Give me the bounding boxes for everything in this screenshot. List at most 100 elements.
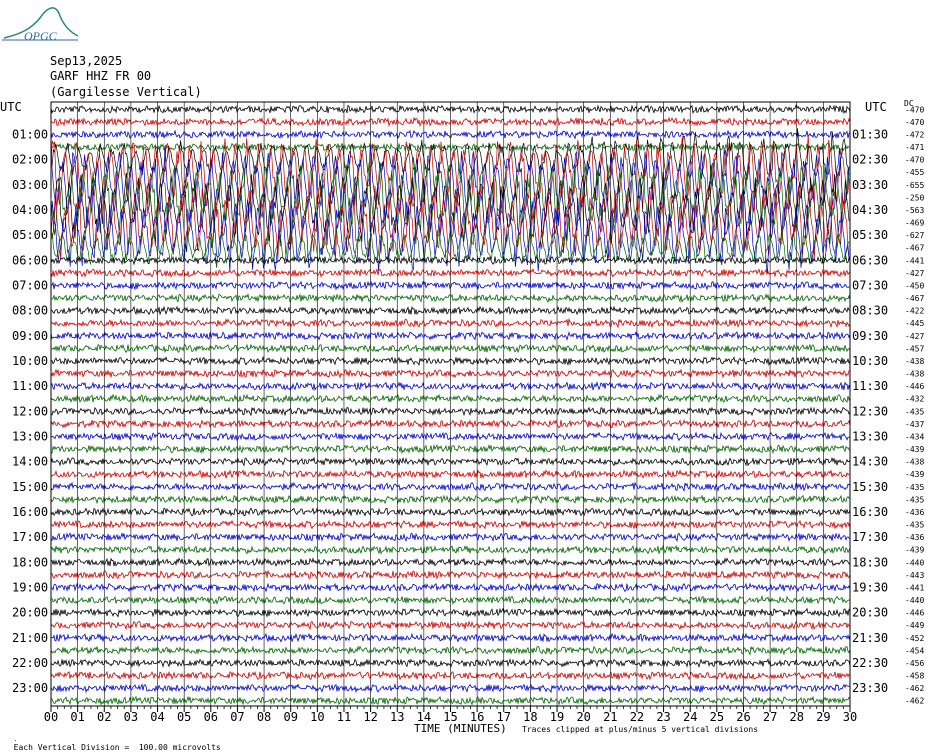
- left-time-label: 17:00: [12, 530, 48, 544]
- dc-offset-label: -627: [905, 231, 924, 240]
- right-time-label: 17:30: [852, 530, 888, 544]
- dc-offset-label: -436: [905, 508, 924, 517]
- x-tick-label: 25: [710, 710, 724, 724]
- dc-offset-label: -445: [905, 319, 924, 328]
- dc-offset-label: -462: [905, 697, 924, 706]
- dc-offset-label: -438: [905, 370, 924, 379]
- left-time-label: 13:00: [12, 429, 48, 443]
- dc-header-label: DC: [904, 99, 914, 108]
- right-time-label: 04:30: [852, 203, 888, 217]
- x-tick-label: 05: [177, 710, 191, 724]
- dc-offset-label: -437: [905, 420, 924, 429]
- dc-offset-label: -443: [905, 571, 924, 580]
- right-time-label: 21:30: [852, 631, 888, 645]
- dc-offset-label: -470: [905, 156, 924, 165]
- x-tick-label: 26: [736, 710, 750, 724]
- dc-offset-label: -427: [905, 332, 924, 341]
- dc-offset-label: -439: [905, 445, 924, 454]
- right-time-label: 19:30: [852, 580, 888, 594]
- x-tick-label: 13: [390, 710, 404, 724]
- left-time-label: 07:00: [12, 278, 48, 292]
- dc-offset-label: -563: [905, 206, 924, 215]
- x-tick-label: 30: [843, 710, 857, 724]
- dc-offset-label: -435: [905, 521, 924, 530]
- dc-offset-label: -456: [905, 659, 924, 668]
- left-time-label: 20:00: [12, 606, 48, 620]
- x-tick-label: 00: [44, 710, 58, 724]
- dc-offset-label: -449: [905, 621, 924, 630]
- x-tick-label: 29: [816, 710, 830, 724]
- left-time-label: 19:00: [12, 580, 48, 594]
- right-axis-label: UTC: [865, 100, 887, 114]
- dc-offset-label: -470: [905, 118, 924, 127]
- right-time-label: 12:30: [852, 404, 888, 418]
- x-tick-label: 28: [790, 710, 804, 724]
- right-time-label: 14:30: [852, 455, 888, 469]
- x-tick-label: 11: [337, 710, 351, 724]
- left-time-label: 14:00: [12, 455, 48, 469]
- x-tick-label: 18: [523, 710, 537, 724]
- dc-offset-label: -438: [905, 458, 924, 467]
- right-time-label: 02:30: [852, 153, 888, 167]
- dc-offset-label: -467: [905, 244, 924, 253]
- dc-offset-label: -427: [905, 269, 924, 278]
- dc-offset-label: -435: [905, 483, 924, 492]
- x-tick-label: 08: [257, 710, 271, 724]
- dc-offset-label: -250: [905, 193, 924, 202]
- dc-offset-label: -472: [905, 130, 924, 139]
- dc-offset-label: -432: [905, 395, 924, 404]
- dc-offset-label: -462: [905, 684, 924, 693]
- left-time-label: 18:00: [12, 555, 48, 569]
- right-time-label: 11:30: [852, 379, 888, 393]
- dc-offset-label: -441: [905, 256, 924, 265]
- left-time-label: 12:00: [12, 404, 48, 418]
- x-tick-label: 21: [603, 710, 617, 724]
- left-time-label: 09:00: [12, 329, 48, 343]
- left-time-label: 23:00: [12, 681, 48, 695]
- x-axis-title: TIME (MINUTES): [414, 722, 507, 735]
- x-tick-label: 12: [363, 710, 377, 724]
- left-time-label: 02:00: [12, 153, 48, 167]
- right-time-label: 20:30: [852, 606, 888, 620]
- x-tick-label: 24: [683, 710, 697, 724]
- dc-offset-label: -438: [905, 357, 924, 366]
- right-time-label: 15:30: [852, 480, 888, 494]
- dc-offset-label: -440: [905, 596, 924, 605]
- right-time-label: 23:30: [852, 681, 888, 695]
- left-time-label: 10:00: [12, 354, 48, 368]
- x-tick-label: 07: [230, 710, 244, 724]
- x-tick-label: 02: [97, 710, 111, 724]
- dc-offset-label: -457: [905, 344, 924, 353]
- right-time-label: 13:30: [852, 429, 888, 443]
- x-tick-label: 03: [124, 710, 138, 724]
- right-time-label: 22:30: [852, 656, 888, 670]
- left-time-label: 05:00: [12, 228, 48, 242]
- footer-left-text: Each Vertical Division = 100.00 microvol…: [13, 743, 221, 752]
- right-time-label: 01:30: [852, 127, 888, 141]
- footer-scale-note: . Each Vertical Division = 100.00 microv…: [4, 725, 221, 752]
- left-time-label: 21:00: [12, 631, 48, 645]
- right-time-label: 06:30: [852, 253, 888, 267]
- dc-offset-label: -450: [905, 281, 924, 290]
- right-time-label: 05:30: [852, 228, 888, 242]
- dc-offset-label: -655: [905, 181, 924, 190]
- dc-offset-label: -440: [905, 558, 924, 567]
- dc-offset-label: -439: [905, 470, 924, 479]
- dc-offset-label: -441: [905, 583, 924, 592]
- x-tick-label: 23: [656, 710, 670, 724]
- right-time-label: 10:30: [852, 354, 888, 368]
- right-time-label: 16:30: [852, 505, 888, 519]
- dc-offset-label: -458: [905, 672, 924, 681]
- dc-offset-label: -471: [905, 143, 924, 152]
- left-time-label: 08:00: [12, 304, 48, 318]
- x-tick-label: 19: [550, 710, 564, 724]
- right-time-label: 03:30: [852, 178, 888, 192]
- dc-offset-label: -422: [905, 307, 924, 316]
- x-tick-label: 09: [283, 710, 297, 724]
- right-time-label: 18:30: [852, 555, 888, 569]
- helicorder-plot: -470-470-472-471-470-455-655-250-563-469…: [0, 99, 924, 724]
- dc-offset-label: -467: [905, 294, 924, 303]
- dc-offset-label: -435: [905, 407, 924, 416]
- dc-offset-label: -455: [905, 168, 924, 177]
- left-time-label: 03:00: [12, 178, 48, 192]
